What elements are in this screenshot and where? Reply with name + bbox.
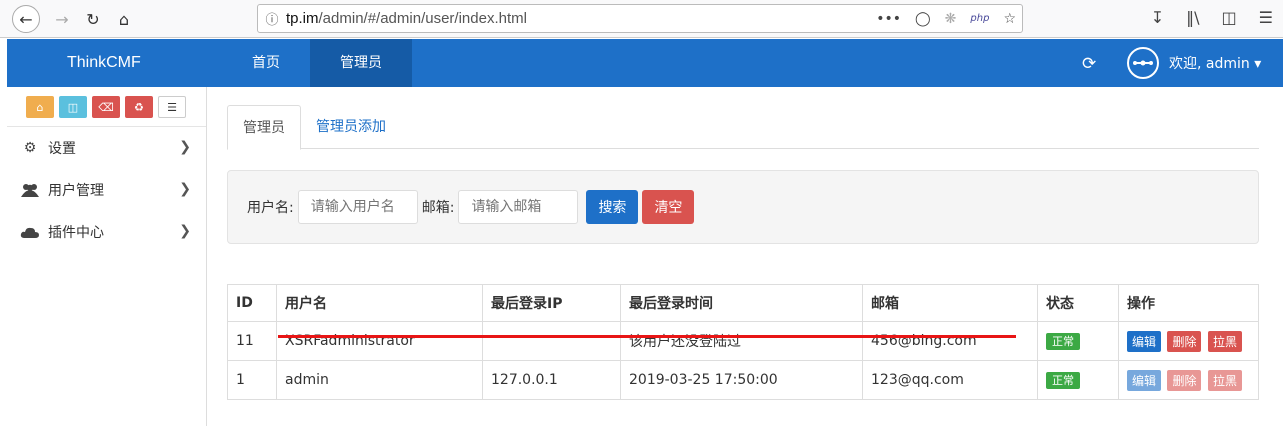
sidebar-item-settings[interactable]: ⚙ 设置 ❯ — [7, 127, 206, 169]
url-bar[interactable]: ⓘ tp.im/admin/#/admin/user/index.html ••… — [257, 4, 1023, 33]
cell-ip — [482, 321, 621, 361]
sidebar: ⌂ ◫ ⌫ ♻ ☰ ⚙ 设置 ❯ 用户管理 ❯ 插件中心 ❯ — [7, 87, 207, 426]
email-input[interactable] — [458, 190, 579, 224]
username-label: 用户名: — [247, 200, 294, 216]
top-nav: 首页 管理员 — [222, 39, 412, 87]
user-menu[interactable]: 欢迎, admin ▾ — [1127, 47, 1261, 79]
cell-id: 1 — [227, 360, 277, 400]
header-last-time: 最后登录时间 — [620, 284, 863, 322]
info-icon[interactable]: ⓘ — [258, 9, 286, 28]
header-status: 状态 — [1037, 284, 1119, 322]
page-actions-icon[interactable]: ••• — [876, 11, 901, 27]
home-shortcut-icon[interactable]: ⌂ — [26, 96, 54, 118]
tab-admin-add[interactable]: 管理员添加 — [301, 105, 401, 148]
trash-shortcut-icon[interactable]: ⌫ — [92, 96, 120, 118]
block-button[interactable]: 拉黑 — [1207, 330, 1242, 352]
clear-button[interactable]: 清空 — [642, 190, 695, 224]
refresh-icon[interactable]: ⟳ — [1082, 54, 1096, 74]
cell-ip: 127.0.0.1 — [482, 360, 621, 400]
download-icon[interactable]: ↧ — [1151, 8, 1164, 27]
cell-actions: 编辑 删除 拉黑 — [1118, 321, 1259, 361]
edit-button: 编辑 — [1127, 369, 1162, 391]
header-email: 邮箱 — [862, 284, 1038, 322]
filter-form: 用户名: 邮箱: 搜索 清空 — [227, 170, 1259, 244]
nav-admin[interactable]: 管理员 — [310, 39, 412, 87]
cell-actions: 编辑 删除 拉黑 — [1118, 360, 1259, 400]
cell-username: admin — [276, 360, 483, 400]
tab-admin-list[interactable]: 管理员 — [227, 105, 301, 150]
recycle-shortcut-icon[interactable]: ♻ — [125, 96, 153, 118]
chevron-right-icon: ❯ — [179, 139, 191, 155]
cloud-icon — [19, 224, 41, 240]
list-shortcut-icon[interactable]: ☰ — [158, 96, 186, 118]
table-row: 11 XSRFadministrator 该用户还没登陆过 456@bing.c… — [227, 321, 1259, 361]
bookmark-star-icon[interactable]: ☆ — [1003, 11, 1016, 27]
url-text[interactable]: tp.im/admin/#/admin/user/index.html — [286, 10, 527, 27]
header-username: 用户名 — [276, 284, 483, 322]
header-actions: 操作 — [1118, 284, 1259, 322]
email-label: 邮箱: — [421, 200, 455, 216]
avatar[interactable] — [1127, 47, 1159, 79]
chevron-right-icon: ❯ — [179, 223, 191, 239]
cell-email: 123@qq.com — [862, 360, 1038, 400]
sidebar-item-label: 插件中心 — [48, 225, 104, 241]
chevron-right-icon: ❯ — [179, 181, 191, 197]
gears-icon: ⚙ — [23, 140, 37, 156]
delete-button[interactable]: 删除 — [1167, 330, 1202, 352]
welcome-text[interactable]: 欢迎, admin ▾ — [1169, 53, 1261, 73]
table-header-row: ID 用户名 最后登录IP 最后登录时间 邮箱 状态 操作 — [227, 284, 1259, 322]
bug-icon[interactable]: ❋ — [945, 11, 957, 27]
search-button[interactable]: 搜索 — [586, 190, 639, 224]
pocket-icon[interactable]: ◯ — [915, 11, 931, 27]
users-icon — [19, 182, 41, 198]
cell-username: XSRFadministrator — [276, 321, 483, 361]
nav-home[interactable]: 首页 — [222, 39, 310, 87]
table-row: 1 admin 127.0.0.1 2019-03-25 17:50:00 12… — [227, 360, 1259, 400]
cell-status: 正常 — [1037, 321, 1119, 361]
sidebar-toggle-icon[interactable]: ◫ — [1222, 8, 1237, 27]
header-last-ip: 最后登录IP — [482, 284, 621, 322]
annotation-underline — [278, 335, 1016, 338]
php-badge[interactable]: php — [970, 13, 989, 24]
header-id: ID — [227, 284, 277, 322]
cell-time: 该用户还没登陆过 — [620, 321, 863, 361]
sidebar-item-users[interactable]: 用户管理 ❯ — [7, 169, 206, 211]
cell-id: 11 — [227, 321, 277, 361]
edit-button[interactable]: 编辑 — [1127, 330, 1162, 352]
app-header: ThinkCMF 首页 管理员 ⟳ 欢迎, admin ▾ — [7, 39, 1283, 87]
sidebar-item-label: 设置 — [48, 141, 76, 157]
delete-button: 删除 — [1167, 369, 1202, 391]
block-button: 拉黑 — [1207, 369, 1242, 391]
sidebar-item-plugins[interactable]: 插件中心 ❯ — [7, 211, 206, 253]
forward-arrow-icon[interactable]: → — [48, 5, 76, 33]
tab-bar: 管理员 管理员添加 — [227, 105, 1259, 150]
sidebar-item-label: 用户管理 — [48, 183, 104, 199]
brand-logo[interactable]: ThinkCMF — [67, 39, 141, 87]
cell-time: 2019-03-25 17:50:00 — [620, 360, 863, 400]
cell-email: 456@bing.com — [862, 321, 1038, 361]
back-arrow-icon[interactable]: ← — [12, 5, 40, 33]
status-badge: 正常 — [1046, 372, 1080, 389]
username-input[interactable] — [297, 190, 418, 224]
file-shortcut-icon[interactable]: ◫ — [59, 96, 87, 118]
shortcut-bar: ⌂ ◫ ⌫ ♻ ☰ — [7, 87, 206, 127]
menu-icon[interactable]: ☰ — [1259, 8, 1273, 27]
cell-status: 正常 — [1037, 360, 1119, 400]
admin-table: ID 用户名 最后登录IP 最后登录时间 邮箱 状态 操作 11 XSRFadm… — [227, 284, 1259, 400]
home-icon[interactable]: ⌂ — [110, 5, 138, 33]
main-content: 管理员 管理员添加 用户名: 邮箱: 搜索 清空 ID 用户名 最后登录IP 最… — [227, 105, 1259, 400]
browser-toolbar: ← → ↻ ⌂ ⓘ tp.im/admin/#/admin/user/index… — [0, 0, 1283, 38]
reload-icon[interactable]: ↻ — [79, 5, 107, 33]
library-icon[interactable]: ‖\ — [1186, 8, 1199, 27]
status-badge: 正常 — [1046, 333, 1080, 350]
